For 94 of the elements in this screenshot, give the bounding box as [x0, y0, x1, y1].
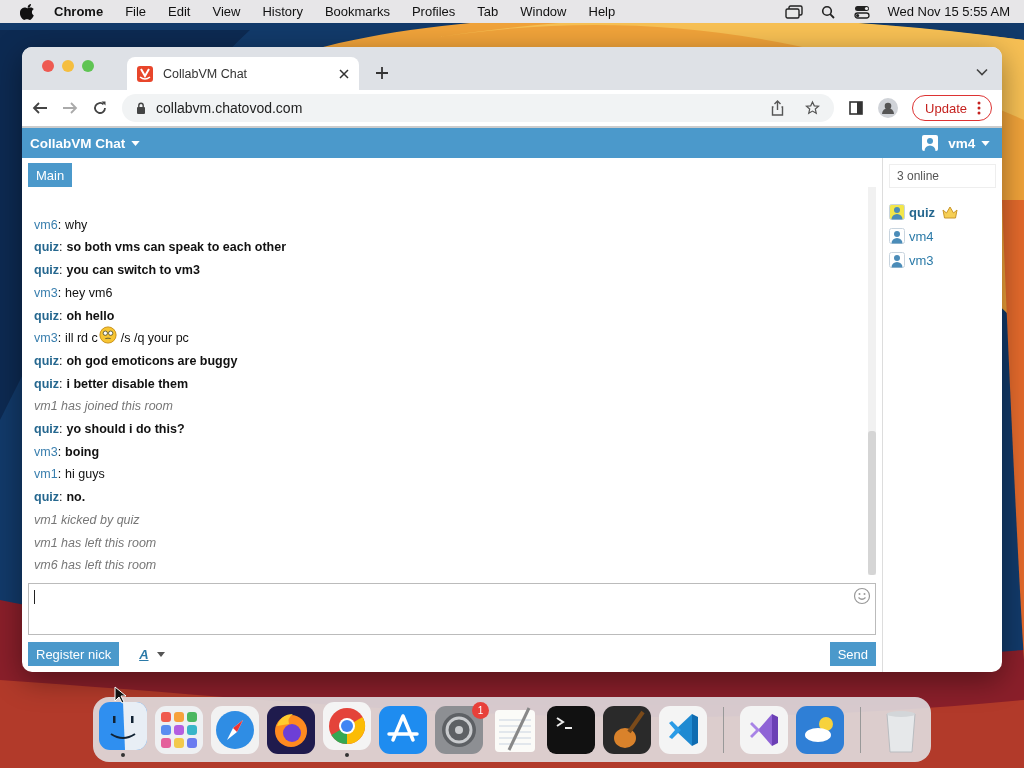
caret-icon[interactable]: [156, 651, 165, 657]
system-message: vm1 kicked by quiz: [34, 511, 140, 529]
colon: :: [59, 307, 63, 325]
menu-item[interactable]: Profiles: [411, 4, 456, 19]
menu-item[interactable]: Bookmarks: [324, 4, 390, 19]
finder-icon[interactable]: [99, 702, 147, 750]
colon: :: [59, 489, 63, 507]
appstore-icon[interactable]: [379, 705, 427, 754]
message-text: /s /q your pc: [120, 330, 189, 348]
nickname[interactable]: quiz: [34, 259, 59, 282]
chrome-icon[interactable]: [323, 702, 371, 750]
crown-icon: [942, 205, 958, 219]
notification-badge: 1: [472, 701, 489, 719]
colon: :: [59, 262, 63, 280]
vscode-icon[interactable]: [659, 705, 707, 754]
font-button[interactable]: A: [139, 646, 165, 662]
message-text: so both vms can speak to each other: [66, 239, 286, 257]
colon: :: [59, 239, 63, 257]
message-text: yo should i do this?: [66, 421, 185, 439]
menu-item[interactable]: Tab: [477, 4, 499, 19]
message-text: hi guys: [65, 466, 105, 484]
nickname[interactable]: quiz: [34, 304, 59, 328]
caret-icon[interactable]: [131, 141, 140, 147]
user-icon: [922, 135, 939, 151]
site-logo-icon: [137, 65, 153, 82]
nickname[interactable]: quiz: [34, 486, 59, 509]
online-count: 3 online: [889, 164, 996, 188]
address-bar[interactable]: collabvm.chatovod.com: [122, 94, 835, 122]
caret-icon[interactable]: [981, 141, 990, 147]
system-message: vm1 has left this room: [34, 534, 157, 552]
nickname[interactable]: vm3: [34, 281, 58, 305]
nickname[interactable]: vm6: [34, 213, 58, 237]
user-name[interactable]: vm4: [909, 228, 934, 244]
message-text: i better disable them: [66, 375, 189, 393]
message-text: hey vm6: [65, 284, 113, 302]
browser-tab[interactable]: CollabVM Chat: [127, 57, 359, 90]
message-input[interactable]: [28, 583, 876, 635]
message-text: you can switch to vm3: [66, 262, 200, 280]
window-controls-icon[interactable]: [41, 58, 97, 73]
system-message: vm1 has joined this room: [34, 398, 173, 416]
colon: :: [59, 421, 63, 439]
message-text: why: [65, 216, 88, 234]
clock[interactable]: Wed Nov 15 5:55 AM: [887, 4, 1010, 19]
nickname[interactable]: vm3: [34, 440, 58, 464]
menu-item[interactable]: View: [212, 4, 241, 19]
menu-item[interactable]: Window: [520, 4, 567, 19]
weather-icon[interactable]: [796, 705, 844, 754]
menu-item[interactable]: File: [125, 4, 147, 19]
safari-icon[interactable]: [211, 705, 259, 754]
nickname[interactable]: vm1: [34, 463, 58, 487]
colon: :: [59, 352, 63, 370]
nickname[interactable]: quiz: [34, 372, 59, 396]
message-text: oh god emoticons are buggy: [66, 352, 238, 370]
back-icon[interactable]: [32, 100, 48, 116]
user-name[interactable]: vm3: [909, 252, 934, 268]
control-center-icon[interactable]: [853, 4, 872, 19]
reload-icon[interactable]: [92, 100, 108, 116]
chevron-down-icon[interactable]: [976, 68, 988, 76]
colon: :: [57, 216, 62, 234]
share-icon[interactable]: [770, 100, 786, 116]
colon: :: [57, 330, 62, 348]
colon: :: [59, 375, 63, 393]
apple-logo-icon[interactable]: [20, 3, 34, 20]
lock-icon: [136, 102, 146, 114]
close-icon[interactable]: [339, 68, 349, 79]
nickname[interactable]: vm3: [34, 327, 58, 350]
scrollbar[interactable]: [868, 187, 876, 575]
app-menu[interactable]: Chrome: [54, 4, 104, 19]
message-text: boing: [65, 443, 100, 461]
mouse-pointer-icon: [114, 686, 126, 704]
windows-icon[interactable]: [785, 4, 804, 19]
new-tab-icon[interactable]: [375, 66, 389, 80]
colon: :: [57, 466, 62, 484]
nickname[interactable]: quiz: [34, 236, 59, 260]
message-text: oh hello: [66, 307, 115, 325]
message-text: no.: [66, 489, 86, 507]
more-icon[interactable]: [977, 101, 981, 115]
colon: :: [57, 284, 62, 302]
star-icon[interactable]: [805, 100, 821, 116]
menu-item[interactable]: Edit: [168, 4, 191, 19]
terminal-icon[interactable]: [547, 705, 595, 754]
smiley-icon[interactable]: [853, 587, 871, 605]
nickname[interactable]: quiz: [34, 418, 59, 441]
message-text: ill rd c: [65, 330, 98, 348]
system-message: vm6 has left this room: [34, 557, 157, 575]
user-name[interactable]: quiz: [909, 204, 935, 220]
update-button[interactable]: Update: [912, 95, 992, 121]
nickname[interactable]: quiz: [34, 349, 59, 373]
menu-item[interactable]: History: [262, 4, 303, 19]
side-panel-icon[interactable]: [848, 100, 865, 116]
menu-item[interactable]: Help: [588, 4, 616, 19]
colon: :: [57, 443, 62, 461]
launchpad-icon[interactable]: [155, 705, 203, 754]
profile-icon[interactable]: [878, 98, 899, 118]
